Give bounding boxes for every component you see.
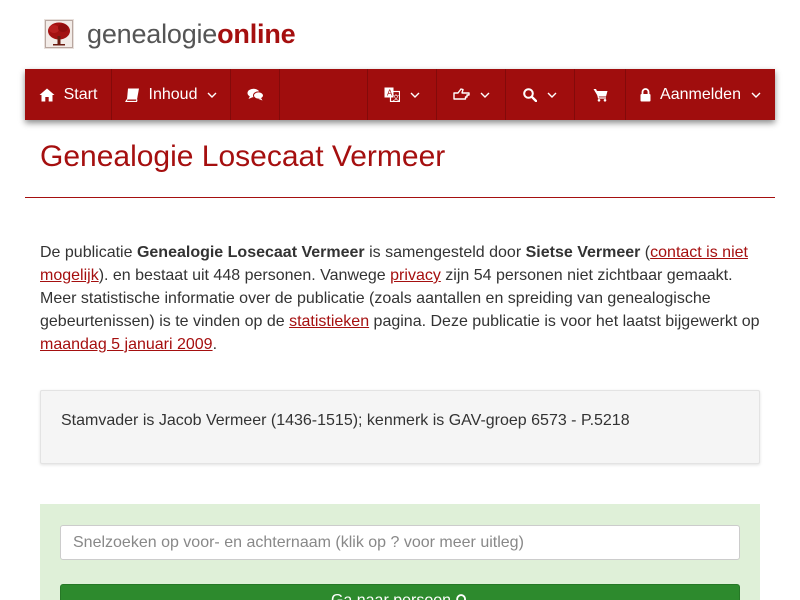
- svg-text:文: 文: [393, 93, 400, 102]
- nav-search[interactable]: [506, 69, 575, 120]
- quick-search-input[interactable]: [60, 525, 740, 560]
- chevron-down-icon: [480, 92, 489, 98]
- home-icon: [39, 88, 55, 101]
- cart-icon: [593, 88, 607, 102]
- pointer-hand-icon: [452, 88, 470, 100]
- title-divider: [25, 197, 775, 198]
- book-icon: [124, 88, 139, 102]
- nav-inhoud-label: Inhoud: [148, 85, 198, 103]
- intro-text: is samengesteld door: [364, 244, 526, 261]
- intro-text: (: [640, 244, 651, 261]
- nav-cart[interactable]: [575, 69, 626, 120]
- nav-login[interactable]: Aanmelden: [626, 69, 775, 120]
- nav-actions[interactable]: [437, 69, 506, 120]
- last-updated-link[interactable]: maandag 5 januari 2009: [40, 336, 213, 353]
- intro-text: .: [212, 336, 218, 353]
- chevron-down-icon: [547, 92, 557, 98]
- search-icon: [456, 594, 467, 600]
- chevron-down-icon: [207, 92, 217, 98]
- tree-logo-icon: [44, 19, 74, 49]
- comments-icon: [247, 88, 264, 101]
- publication-name: Genealogie Losecaat Vermeer: [136, 244, 365, 261]
- lock-icon: [640, 87, 651, 101]
- site-brand[interactable]: genealogieonline: [44, 16, 296, 52]
- main-navbar: Start Inhoud A文 Aanmelden: [25, 69, 775, 120]
- nav-spacer: [280, 69, 368, 120]
- nav-start[interactable]: Start: [25, 69, 112, 120]
- page-title: Genealogie Losecaat Vermeer: [40, 140, 446, 173]
- intro-text: pagina. Deze publicatie is voor het laat…: [369, 313, 760, 330]
- intro-text: ). en bestaat uit 448 personen. Vanwege: [98, 267, 391, 284]
- publication-intro: De publicatie Genealogie Losecaat Vermee…: [40, 241, 765, 356]
- brand-name-part2: online: [217, 18, 296, 49]
- search-icon: [523, 87, 537, 102]
- privacy-link[interactable]: privacy: [390, 267, 441, 284]
- nav-inhoud[interactable]: Inhoud: [112, 69, 231, 120]
- go-to-person-label: Ga naar persoon: [331, 592, 451, 600]
- intro-text: De publicatie: [40, 244, 137, 261]
- chevron-down-icon: [751, 92, 761, 98]
- nav-login-label: Aanmelden: [660, 85, 741, 103]
- nav-forum[interactable]: [231, 69, 280, 120]
- author-name: Sietse Vermeer: [525, 244, 641, 261]
- language-icon: A文: [384, 87, 400, 102]
- quick-search-panel: Ga naar persoon: [40, 504, 760, 600]
- publication-note: Stamvader is Jacob Vermeer (1436-1515); …: [40, 390, 760, 464]
- nav-start-label: Start: [63, 85, 98, 103]
- brand-name-part1: genealogie: [87, 18, 218, 49]
- go-to-person-button[interactable]: Ga naar persoon: [60, 584, 740, 600]
- nav-language[interactable]: A文: [368, 69, 437, 120]
- brand-name: genealogieonline: [87, 18, 296, 50]
- statistics-link[interactable]: statistieken: [289, 313, 369, 330]
- chevron-down-icon: [410, 92, 420, 98]
- note-text: Stamvader is Jacob Vermeer (1436-1515); …: [61, 412, 630, 429]
